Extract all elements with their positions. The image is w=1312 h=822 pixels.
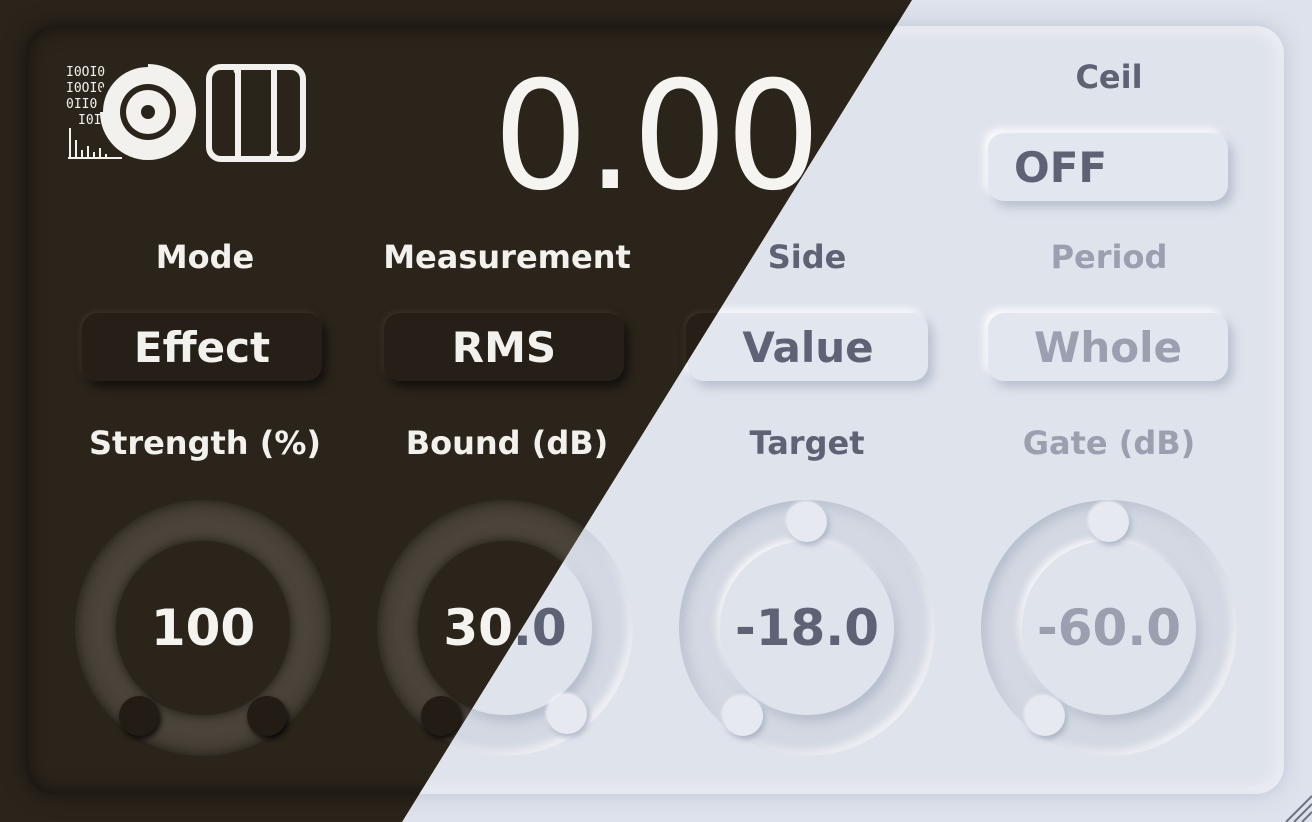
side-button[interactable]: Value: [688, 313, 928, 381]
ceil-label: Ceil: [1075, 58, 1143, 96]
split-view-icon[interactable]: [206, 64, 306, 162]
knob-indicator-dot: [787, 502, 827, 542]
gate-label: Gate (dB): [1022, 424, 1196, 462]
bound-label: Bound (dB): [405, 424, 609, 462]
svg-text:I0I: I0I: [78, 113, 101, 128]
knob-indicator-dot: [247, 696, 287, 736]
knob-indicator-dot: [547, 694, 587, 734]
knob-indicator-dot: [723, 696, 763, 736]
knob-indicator-dot: [1089, 502, 1129, 542]
measurement-label: Measurement: [383, 238, 631, 276]
svg-text:0II0: 0II0: [66, 97, 97, 112]
target-value: -18.0: [720, 541, 894, 715]
knob-indicator-dot: [421, 696, 461, 736]
mode-button[interactable]: Effect: [82, 313, 322, 381]
strength-knob[interactable]: 100: [75, 500, 331, 756]
measurement-button[interactable]: RMS: [384, 313, 624, 381]
disc-binary-logo-icon: I0OI0 I0OI0 0II0 I0I: [62, 61, 202, 162]
period-button[interactable]: Whole: [988, 313, 1228, 381]
plugin-window: I0OI0 I0OI0 0II0 I0I 0.00 Mode Measureme…: [0, 0, 1312, 822]
target-knob[interactable]: -18.0: [679, 500, 935, 756]
period-label: Period: [1050, 238, 1168, 276]
knob-indicator-dot: [1025, 696, 1065, 736]
target-label: Target: [749, 424, 865, 462]
gate-knob[interactable]: -60.0: [981, 500, 1237, 756]
strength-label: Strength (%): [88, 424, 322, 462]
knob-indicator-dot: [119, 696, 159, 736]
ceil-button[interactable]: OFF: [988, 133, 1228, 201]
svg-text:I0OI0: I0OI0: [66, 81, 105, 96]
svg-text:I0OI0: I0OI0: [66, 65, 105, 80]
gate-value: -60.0: [1022, 541, 1196, 715]
resize-grip-icon[interactable]: [1278, 788, 1312, 822]
strength-value: 100: [116, 541, 290, 715]
mode-label: Mode: [155, 238, 255, 276]
